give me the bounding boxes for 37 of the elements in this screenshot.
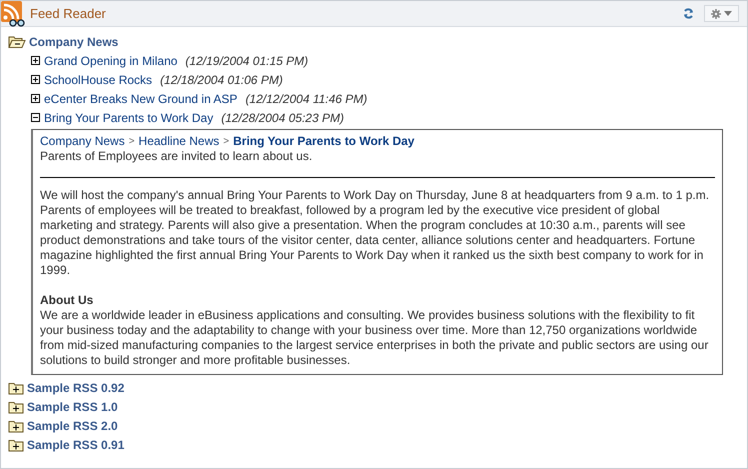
- folder-icon[interactable]: [8, 418, 24, 432]
- expand-icon[interactable]: [31, 94, 40, 103]
- item-date: (12/28/2004 05:23 PM): [221, 110, 344, 124]
- expand-icon[interactable]: [31, 75, 40, 84]
- item-date: (12/19/2004 01:15 PM): [185, 54, 308, 68]
- feed-title[interactable]: Company News: [29, 34, 118, 48]
- article-body: We will host the company's annual Bring Your Parents to Work Day on Thursday, June 8 at headquarters from 9 a.m. to 1 p.m. Parents of employees will be treated to breakfast, followed by a program led by the executive vice president of global marketing and strategy. Parents will also give a presentation. When the program concludes at 10:30 a.m., parents will see product demonstrations and take tours of the visitor center, data center, alliance solutions center and headquarters. Fortune magazine highlighted the first annual Bring Your Parents to Work Day when it ranked us the sixth best company to work for in 1999.: [40, 188, 710, 278]
- settings-dropdown-button[interactable]: [704, 5, 739, 22]
- refresh-icon[interactable]: [683, 8, 694, 19]
- section-text: We are a worldwide leader in eBusiness applications and consulting. We provides business solutions with the flexibility to fit your business today and the adaptability to change with your business over time. More than 12,750 organizations worldwide from mid-sized manufacturing companies to the largest service enterprises in both the private and public sectors are using our solutions to build stronger and more profitable businesses.: [40, 308, 710, 368]
- folder-icon[interactable]: [8, 380, 24, 394]
- item-link[interactable]: Grand Opening in Milano: [44, 54, 178, 68]
- expand-icon[interactable]: [31, 56, 40, 65]
- collapse-icon[interactable]: [31, 113, 40, 122]
- rss-glasses-logo: [1, 1, 25, 26]
- caret-icon: [724, 11, 732, 16]
- folder-icon[interactable]: [8, 438, 24, 452]
- item-link[interactable]: SchoolHouse Rocks: [44, 72, 152, 86]
- folder-icon[interactable]: [8, 400, 24, 414]
- breadcrumb-separator: >: [128, 135, 135, 149]
- panel-title: Feed Reader: [30, 6, 107, 21]
- feed-title[interactable]: Sample RSS 2.0: [27, 418, 118, 432]
- breadcrumb-separator: >: [223, 135, 230, 149]
- settings-icon: [711, 8, 721, 18]
- breadcrumb-current: Bring Your Parents to Work Day: [233, 134, 414, 149]
- article-summary: Parents of Employees are invited to learn about us.: [40, 149, 314, 164]
- breadcrumb-link[interactable]: Company News: [40, 134, 125, 149]
- open-folder-icon[interactable]: [8, 34, 26, 48]
- item-link[interactable]: Bring Your Parents to Work Day: [44, 110, 214, 124]
- item-date: (12/18/2004 01:06 PM): [160, 72, 283, 86]
- breadcrumb-link[interactable]: Headline News: [138, 134, 220, 149]
- section-heading: About Us: [40, 293, 94, 308]
- feed-title[interactable]: Sample RSS 0.91: [27, 438, 124, 452]
- item-link[interactable]: eCenter Breaks New Ground in ASP: [44, 92, 238, 106]
- feed-title[interactable]: Sample RSS 0.92: [27, 380, 124, 394]
- feed-title[interactable]: Sample RSS 1.0: [27, 400, 118, 414]
- item-date: (12/12/2004 11:46 PM): [245, 92, 368, 106]
